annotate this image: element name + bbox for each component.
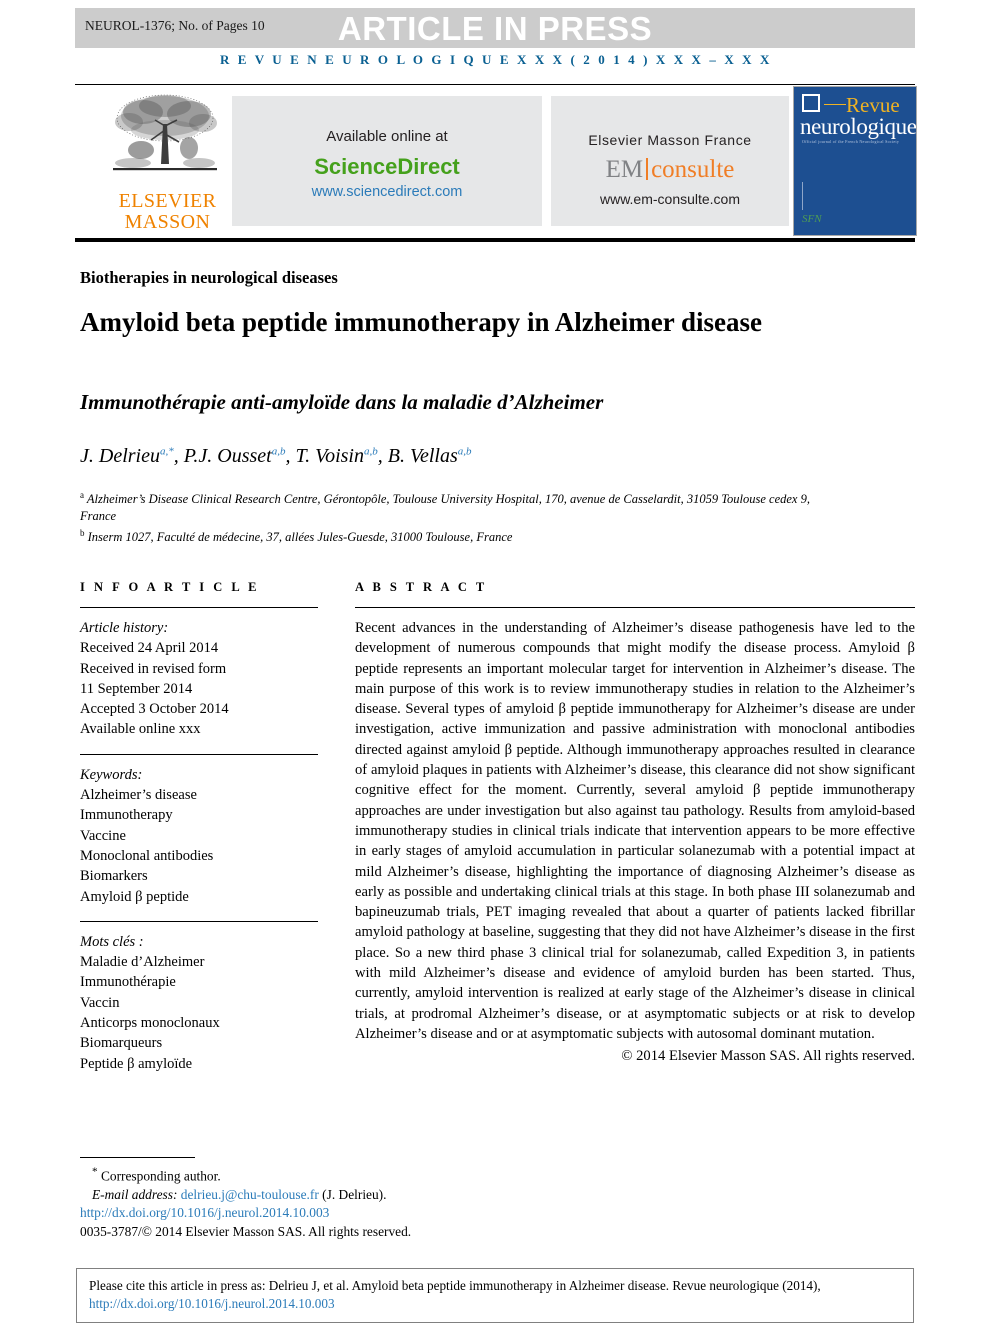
citation-text: Please cite this article in press as: De… xyxy=(89,1278,821,1293)
motscles-block: Mots clés : Maladie d’Alzheimer Immunoth… xyxy=(80,932,318,1074)
author-item: B. Vellasa,b xyxy=(387,445,472,467)
abstract-heading-rule xyxy=(355,607,915,608)
keyword-item: Immunotherapy xyxy=(80,807,173,824)
cover-rule xyxy=(824,104,846,105)
history-keywords-rule xyxy=(80,753,318,755)
keyword-item: Alzheimer’s disease xyxy=(80,787,197,804)
affiliation-item: b Inserm 1027, Faculté de médecine, 37, … xyxy=(80,528,513,545)
asterisk-icon: * xyxy=(92,1166,98,1178)
author-affiliation-mark: a,b xyxy=(271,445,286,458)
keywords-motscles-rule xyxy=(80,920,318,922)
email-link[interactable]: delrieu.j@chu-toulouse.fr xyxy=(181,1187,319,1202)
keywords-label: Keywords: xyxy=(80,766,143,783)
journal-runhead: R E V U E N E U R O L O G I Q U E X X X … xyxy=(219,52,773,67)
info-heading-rule xyxy=(80,607,318,608)
info-article-heading: I N F O A R T I C L E xyxy=(80,580,260,594)
history-item: Accepted 3 October 2014 xyxy=(80,701,229,718)
citation-doi-link[interactable]: http://dx.doi.org/10.1016/j.neurol.2014.… xyxy=(89,1296,335,1311)
issn-copyright-line: 0035-3787/© 2014 Elsevier Masson SAS. Al… xyxy=(80,1223,412,1239)
author-affiliation-mark: a,b xyxy=(457,445,472,458)
history-item: Received in revised form xyxy=(80,660,227,677)
em-consulte-divider xyxy=(646,158,649,180)
email-attribution: (J. Delrieu). xyxy=(322,1186,387,1202)
article-in-press-label: ARTICLE IN PRESS xyxy=(337,10,653,47)
cover-subtitle: Official journal of the French Neurologi… xyxy=(802,139,900,144)
motcle-item: Biomarqueurs xyxy=(80,1035,163,1052)
article-subtitle-french: Immunothérapie anti-amyloïde dans la mal… xyxy=(80,390,604,414)
elsevier-masson-france-label: Elsevier Masson France xyxy=(588,132,752,148)
keyword-item: Monoclonal antibodies xyxy=(80,847,214,864)
history-item: Available online xxx xyxy=(80,721,201,738)
abstract-heading: A B S T R A C T xyxy=(355,580,488,594)
motcle-item: Immunothérapie xyxy=(80,974,176,991)
elsevier-mini-logo-icon xyxy=(802,94,820,112)
corresponding-author-note: * Corresponding author. xyxy=(92,1166,221,1184)
abstract-copyright: © 2014 Elsevier Masson SAS. All rights r… xyxy=(621,1048,915,1065)
affiliation-list: a Alzheimer’s Disease Clinical Research … xyxy=(80,487,840,546)
author-item: J. Delrieua,* xyxy=(80,445,174,467)
motscles-label: Mots clés : xyxy=(80,933,144,950)
cover-title-neurologique: neurologique xyxy=(800,114,917,139)
keyword-item: Vaccine xyxy=(80,827,126,844)
page-title: Amyloid beta peptide immunotherapy in Al… xyxy=(80,307,763,337)
author-item: T. Voisina,b xyxy=(295,445,378,467)
author-affiliation-mark: a,* xyxy=(159,445,174,458)
em-consulte-panel: Elsevier Masson France EM consulte www.em… xyxy=(551,96,789,226)
abstract-column: A B S T R A C T Recent advances in the u… xyxy=(355,580,915,1065)
sciencedirect-panel: Available online at ScienceDirect www.sc… xyxy=(232,96,542,226)
motcle-item: Maladie d’Alzheimer xyxy=(80,954,205,971)
cover-society-mark: SFN xyxy=(802,213,822,225)
sciencedirect-url[interactable]: www.sciencedirect.com xyxy=(232,184,542,200)
em-consulte-em: EM xyxy=(605,156,644,183)
elsevier-wordmark: ELSEVIER xyxy=(118,190,217,212)
article-first-page: NEUROL-1376; No. of Pages 10 ARTICLE IN … xyxy=(0,0,992,1323)
article-in-press-banner: NEUROL-1376; No. of Pages 10 ARTICLE IN … xyxy=(75,8,915,48)
article-history-block: Article history: Received 24 April 2014 … xyxy=(80,618,318,740)
email-label: E-mail address: xyxy=(92,1186,178,1202)
available-online-label: Available online at xyxy=(326,128,448,145)
article-info-column: I N F O A R T I C L E Article history: R… xyxy=(80,580,318,1088)
doi-link[interactable]: http://dx.doi.org/10.1016/j.neurol.2014.… xyxy=(80,1204,680,1223)
masson-wordmark: MASSON xyxy=(124,211,211,233)
keywords-block: Keywords: Alzheimer’s disease Immunother… xyxy=(80,765,318,907)
cover-spine-mark xyxy=(802,182,803,210)
history-item: Received 24 April 2014 xyxy=(80,640,219,657)
author-affiliation-mark: a,b xyxy=(364,445,378,458)
keyword-item: Amyloid β peptide xyxy=(80,888,189,905)
sciencedirect-wordmark: ScienceDirect xyxy=(314,154,460,179)
elsevier-masson-logo: ELSEVIER MASSON xyxy=(95,90,240,238)
affiliation-item: a Alzheimer’s Disease Clinical Research … xyxy=(80,490,810,524)
author-item: P.J. Ousseta,b xyxy=(183,445,286,467)
email-note: E-mail address: delrieu.j@chu-toulouse.f… xyxy=(80,1186,680,1205)
article-section-label: Biotherapies in neurological diseases xyxy=(80,268,338,287)
elsevier-tree-icon xyxy=(112,94,217,171)
em-consulte-wordmark: EM consulte xyxy=(551,156,789,183)
cite-this-article-box: Please cite this article in press as: De… xyxy=(76,1268,914,1323)
journal-masthead: ELSEVIER MASSON Available online at Scie… xyxy=(75,84,917,240)
keyword-item: Biomarkers xyxy=(80,868,148,885)
motcle-item: Peptide β amyloïde xyxy=(80,1055,193,1072)
motcle-item: Vaccin xyxy=(80,994,120,1011)
em-consulte-consulte: consulte xyxy=(651,156,735,183)
motcle-item: Anticorps monoclonaux xyxy=(80,1015,220,1032)
history-item: 11 September 2014 xyxy=(80,680,193,697)
em-consulte-url[interactable]: www.em-consulte.com xyxy=(551,191,789,207)
footnote-rule xyxy=(80,1157,195,1158)
footnote-block: * Corresponding author. E-mail address: … xyxy=(80,1163,680,1241)
article-history-label: Article history: xyxy=(80,620,169,636)
abstract-text: Recent advances in the understanding of … xyxy=(355,620,915,1042)
journal-cover-thumbnail: Revue neurologique Official journal of t… xyxy=(793,86,917,236)
author-list: J. Delrieua,*, P.J. Ousseta,b, T. Voisin… xyxy=(80,445,472,467)
